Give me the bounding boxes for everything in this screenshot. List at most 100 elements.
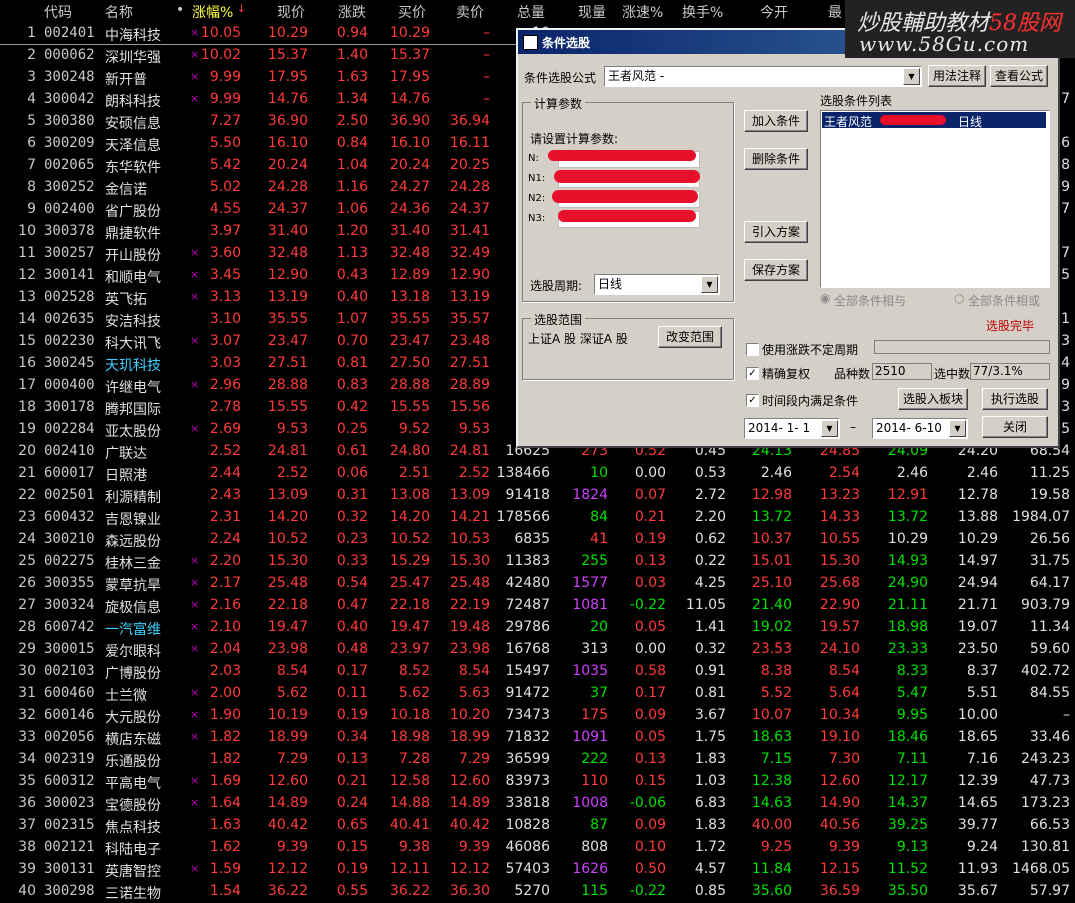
to-block-button[interactable]: 选股入板块 — [898, 388, 968, 410]
table-row[interactable]: 38 002121 科陆电子 1.62 9.39 0.15 9.38 9.39 46086 808… — [0, 836, 1075, 858]
table-row[interactable]: 26 300355 蒙草抗旱 × 2.17 25.48 0.54 25.47 25.48 4248… — [0, 572, 1075, 594]
price-change: 0.55 — [336, 883, 368, 899]
table-row[interactable]: 27 300324 旋极信息 × 2.16 22.18 0.47 22.18 22.19 7248… — [0, 594, 1075, 616]
open-price: 5.52 — [760, 685, 792, 701]
save-plan-button[interactable]: 保存方案 — [744, 259, 808, 281]
table-row[interactable]: 22 002501 利源精制 2.43 13.09 0.31 13.08 13.09 91418… — [0, 484, 1075, 506]
header-name[interactable]: 名称 — [105, 2, 133, 22]
stock-code: 300324 — [44, 597, 95, 613]
stock-code: 300252 — [44, 179, 95, 195]
table-row[interactable]: 33 002056 横店东磁 × 1.82 18.99 0.34 18.98 18.99 7183… — [0, 726, 1075, 748]
stock-name: 科陆电子 — [105, 842, 161, 858]
table-row[interactable]: 29 300015 爱尔眼科 × 2.04 23.98 0.48 23.97 23.98 1676… — [0, 638, 1075, 660]
formula-select[interactable]: 王者风范 - ▼ — [604, 66, 922, 87]
table-row[interactable]: 39 300131 英唐智控 × 1.59 12.12 0.19 12.11 12.12 5740… — [0, 858, 1075, 880]
ask-price: 31.41 — [449, 223, 490, 239]
use-range-checkbox[interactable] — [746, 343, 759, 356]
stock-code: 300210 — [44, 531, 95, 547]
table-row[interactable]: 28 600742 一汽富维 × 2.10 19.47 0.40 19.47 19.48 2978… — [0, 616, 1075, 638]
header-sell[interactable]: 卖价 — [456, 2, 484, 22]
bid-price: 9.38 — [398, 839, 430, 855]
delete-condition-button[interactable]: 删除条件 — [744, 148, 808, 170]
header-buy[interactable]: 买价 — [398, 2, 426, 22]
header-turnover[interactable]: 换手% — [682, 2, 723, 22]
ask-price: 9.39 — [458, 839, 490, 855]
header-pct[interactable]: 涨幅% — [192, 2, 233, 22]
header-cur[interactable]: 现量 — [578, 2, 606, 22]
period-select[interactable]: 日线 ▼ — [594, 274, 720, 295]
bid-price: 14.88 — [389, 795, 430, 811]
current-price: 10.19 — [267, 707, 308, 723]
price-change: 0.31 — [336, 487, 368, 503]
change-pct: 9.99 — [209, 69, 241, 85]
usage-button[interactable]: 用法注释 — [928, 65, 986, 87]
header-code[interactable]: 代码 — [44, 2, 72, 22]
header-speed[interactable]: 涨速% — [622, 2, 663, 22]
view-formula-button[interactable]: 查看公式 — [990, 65, 1048, 87]
table-row[interactable]: 32 600146 大元股份 × 1.90 10.19 0.19 10.18 10.20 7347… — [0, 704, 1075, 726]
chevron-down-icon[interactable]: ▼ — [903, 68, 920, 85]
table-row[interactable]: 24 300210 森远股份 2.24 10.52 0.23 10.52 10.53 6835 4… — [0, 528, 1075, 550]
table-row[interactable]: 37 002315 焦点科技 1.63 40.42 0.65 40.41 40.42 10828… — [0, 814, 1075, 836]
bid-price: 10.18 — [389, 707, 430, 723]
turnover: 0.81 — [694, 685, 726, 701]
condition-list-item[interactable]: 王者风范 日线 — [822, 112, 1046, 129]
run-selection-button[interactable]: 执行选股 — [982, 388, 1048, 410]
total-volume: 46086 — [505, 839, 550, 855]
header-high[interactable]: 最 — [828, 2, 842, 22]
close-button[interactable]: 关闭 — [982, 416, 1048, 438]
table-row[interactable]: 30 002103 广博股份 2.03 8.54 0.17 8.52 8.54 15497 103… — [0, 660, 1075, 682]
open-price: 40.00 — [751, 817, 792, 833]
change-speed: 0.15 — [634, 773, 666, 789]
range-field[interactable] — [874, 340, 1050, 354]
row-index: 21 — [18, 465, 36, 481]
time-range-checkbox[interactable]: ✓ — [746, 394, 759, 407]
header-vol[interactable]: 总量 — [517, 2, 545, 22]
high-price: 2.54 — [828, 465, 860, 481]
header-chg[interactable]: 涨跌 — [338, 2, 366, 22]
pe-ratio: 57.97 — [1029, 883, 1070, 899]
prev-close: 18.65 — [957, 729, 998, 745]
radio-or-icon[interactable]: ○ — [954, 291, 964, 305]
pe-ratio: 64.17 — [1029, 575, 1070, 591]
period-label: 选股周期: — [530, 279, 583, 293]
change-pct: 1.59 — [209, 861, 241, 877]
change-pct: 3.60 — [209, 245, 241, 261]
table-row[interactable]: 40 300298 三诺生物 1.54 36.22 0.55 36.22 36.30 5270 1… — [0, 880, 1075, 902]
total-volume: 138466 — [496, 465, 550, 481]
table-row[interactable]: 31 600460 士兰微 × 2.00 5.62 0.11 5.62 5.63 91472 37 0… — [0, 682, 1075, 704]
import-plan-button[interactable]: 引入方案 — [744, 221, 808, 243]
stock-code: 002501 — [44, 487, 95, 503]
current-volume: 1081 — [572, 597, 608, 613]
low-price: 2.46 — [896, 465, 928, 481]
precise-checkbox[interactable]: ✓ — [746, 367, 759, 380]
table-row[interactable]: 35 600312 平高电气 × 1.69 12.60 0.21 12.58 12.60 8397… — [0, 770, 1075, 792]
bid-price: 15.37 — [389, 47, 430, 63]
header-price[interactable]: 现价 — [277, 2, 305, 22]
stock-name: 森远股份 — [105, 534, 161, 550]
table-row[interactable]: 34 002319 乐通股份 1.82 7.29 0.13 7.28 7.29 36599 222… — [0, 748, 1075, 770]
add-condition-button[interactable]: 加入条件 — [744, 110, 808, 132]
table-row[interactable]: 25 002275 桂林三金 × 2.20 15.30 0.33 15.29 15.30 1138… — [0, 550, 1075, 572]
stock-name: 东华软件 — [105, 160, 161, 176]
chevron-down-icon[interactable]: ▼ — [821, 420, 838, 437]
row-index: 29 — [18, 641, 36, 657]
stock-name: 和顺电气 — [105, 270, 161, 286]
condition-list[interactable]: 王者风范 日线 — [820, 110, 1050, 288]
change-speed: 0.03 — [634, 575, 666, 591]
high-price: 9.39 — [828, 839, 860, 855]
radio-and-icon[interactable]: ◉ — [820, 291, 830, 305]
change-scope-button[interactable]: 改变范围 — [658, 326, 722, 348]
table-row[interactable]: 23 600432 吉恩镍业 2.31 14.20 0.32 14.20 14.21 17856… — [0, 506, 1075, 528]
current-volume: 175 — [581, 707, 608, 723]
header-open[interactable]: 今开 — [760, 2, 788, 22]
ask-price: 15.56 — [449, 399, 490, 415]
table-row[interactable]: 36 300023 宝德股份 × 1.64 14.89 0.24 14.88 14.89 3381… — [0, 792, 1075, 814]
table-row[interactable]: 21 600017 日照港 2.44 2.52 0.06 2.51 2.52 138466 10 0… — [0, 462, 1075, 484]
total-volume: 15497 — [505, 663, 550, 679]
row-index: 39 — [18, 861, 36, 877]
chevron-down-icon[interactable]: ▼ — [701, 276, 718, 293]
chevron-down-icon[interactable]: ▼ — [949, 420, 966, 437]
date-from-picker[interactable]: 2014- 1- 1 ▼ — [744, 418, 840, 439]
date-to-picker[interactable]: 2014- 6-10 ▼ — [872, 418, 968, 439]
